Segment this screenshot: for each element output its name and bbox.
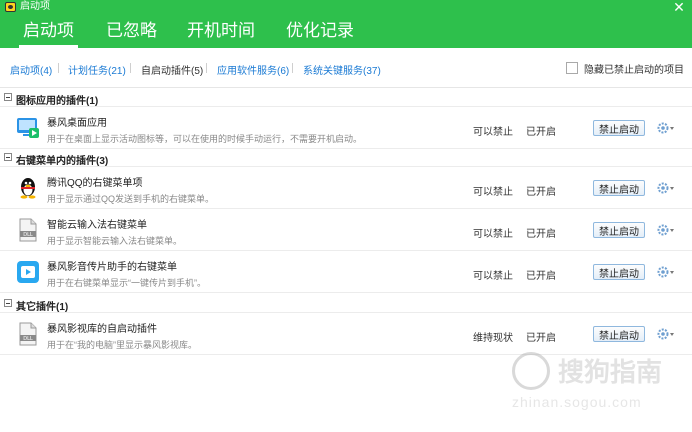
qq-penguin-icon [20,178,36,199]
disable-advice: 可以禁止 [473,271,513,282]
gear-dropdown-icon[interactable] [656,181,676,195]
plugin-row: 暴风桌面应用 用于在桌面上显示活动图标等，可以在使用的时候手动运行，不需要开机启… [0,107,692,149]
tab-startup[interactable]: 启动项 [19,18,78,48]
plugin-description: 用于显示智能云输入法右键菜单。 [47,236,183,246]
plugin-name: 暴风影音传片助手的右键菜单 [47,262,177,273]
title-bar: 启动项 ✕ [0,0,692,14]
group-title: 图标应用的插件(1) [16,96,99,107]
plugin-name: 智能云输入法右键菜单 [47,220,147,231]
collapse-icon[interactable] [4,153,12,161]
subtab-scheduled-tasks[interactable]: 计划任务(21) [68,62,126,77]
plugin-name: 暴风影视库的自启动插件 [47,324,157,335]
gear-dropdown-icon[interactable] [656,223,676,237]
tab-optimize-log[interactable]: 优化记录 [286,18,354,48]
hide-disabled-toggle[interactable]: 隐藏已禁止启动的项目 [566,61,684,76]
status-text: 已开启 [526,127,556,138]
hide-disabled-checkbox[interactable] [566,62,578,74]
close-icon[interactable]: ✕ [671,0,687,14]
plugin-row: 腾讯QQ的右键菜单项 用于显示通过QQ发送到手机的右键菜单。 可以禁止 已开启 … [0,167,692,209]
group-title: 其它插件(1) [16,302,69,313]
plugin-description: 用于在桌面上显示活动图标等，可以在使用的时候手动运行，不需要开机启动。 [47,134,363,144]
watermark-logo-icon [512,352,550,390]
subtab-autostart-plugins[interactable]: 自启动插件(5) [141,62,203,77]
subtab-app-services[interactable]: 应用软件服务(6) [217,62,289,77]
window-title: 启动项 [20,1,50,12]
plugin-description: 用于在右键菜单显示“一键传片到手机”。 [47,278,206,288]
divider [292,63,293,73]
disable-startup-button[interactable]: 禁止启动 [593,326,645,342]
divider [206,63,207,73]
status-text: 已开启 [526,333,556,344]
plugin-row: DLL 智能云输入法右键菜单 用于显示智能云输入法右键菜单。 可以禁止 已开启 … [0,209,692,251]
dll-file-icon: DLL [19,322,37,346]
main-tabs: 启动项 已忽略 开机时间 优化记录 [0,18,692,48]
status-text: 已开启 [526,229,556,240]
gear-dropdown-icon[interactable] [656,265,676,279]
sub-tabs: 启动项(4) 计划任务(21) 自启动插件(5) 应用软件服务(6) 系统关键服… [0,48,692,88]
status-text: 已开启 [526,271,556,282]
hide-disabled-label: 隐藏已禁止启动的项目 [584,64,684,76]
watermark-text: 搜狗指南 [558,357,663,387]
disable-advice: 可以禁止 [473,229,513,240]
divider [58,63,59,73]
plugin-name: 腾讯QQ的右键菜单项 [47,178,143,189]
tab-ignored[interactable]: 已忽略 [106,18,157,48]
disable-advice: 可以禁止 [473,187,513,198]
group-header: 右键菜单内的插件(3) [0,149,692,167]
status-text: 已开启 [526,187,556,198]
collapse-icon[interactable] [4,93,12,101]
disable-startup-button[interactable]: 禁止启动 [593,222,645,238]
gear-dropdown-icon[interactable] [656,327,676,341]
plugin-description: 用于在“我的电脑”里显示暴风影视库。 [47,340,197,350]
group-header: 其它插件(1) [0,295,692,313]
group-title: 右键菜单内的插件(3) [16,156,109,167]
subtab-system-services[interactable]: 系统关键服务(37) [303,62,381,77]
app-logo-icon [5,2,16,12]
plugin-description: 用于显示通过QQ发送到手机的右键菜单。 [47,194,215,204]
collapse-icon[interactable] [4,299,12,307]
plugin-name: 暴风桌面应用 [47,118,107,129]
tab-boot-time[interactable]: 开机时间 [187,18,255,48]
disable-startup-button[interactable]: 禁止启动 [593,264,645,280]
svg-text:DLL: DLL [23,336,33,342]
baofeng-player-icon [17,261,39,283]
plugin-row: DLL 暴风影视库的自启动插件 用于在“我的电脑”里显示暴风影视库。 维持现状 … [0,313,692,355]
watermark-url: zhinan.sogou.com [512,394,642,410]
disable-startup-button[interactable]: 禁止启动 [593,180,645,196]
divider [130,63,131,73]
disable-advice: 可以禁止 [473,127,513,138]
gear-dropdown-icon[interactable] [656,121,676,135]
group-header: 图标应用的插件(1) [0,89,692,107]
dll-file-icon: DLL [19,218,37,242]
plugin-row: 暴风影音传片助手的右键菜单 用于在右键菜单显示“一键传片到手机”。 可以禁止 已… [0,251,692,293]
baofeng-desktop-icon [17,118,39,138]
disable-startup-button[interactable]: 禁止启动 [593,120,645,136]
svg-text:DLL: DLL [23,232,33,238]
disable-advice: 维持现状 [473,333,513,344]
subtab-startup-items[interactable]: 启动项(4) [10,62,52,77]
header-bar: 启动项 ✕ 启动项 已忽略 开机时间 优化记录 [0,0,692,48]
